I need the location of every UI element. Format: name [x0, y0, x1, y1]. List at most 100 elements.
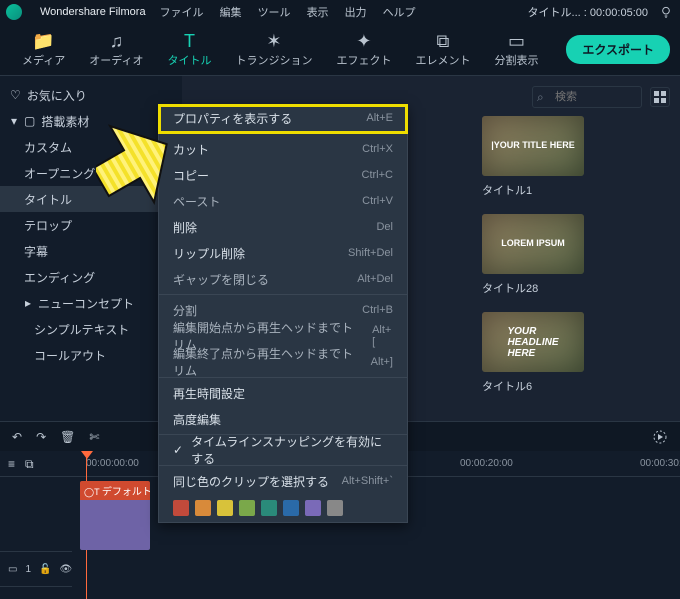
card-caption: タイトル1: [482, 182, 584, 198]
sidebar-item-opening[interactable]: オープニング: [0, 160, 182, 186]
menu-item-label: 編集終了点から再生ヘッドまでトリム: [173, 345, 363, 379]
context-menu-item[interactable]: プロパティを表示するAlt+E: [159, 105, 407, 131]
track-header[interactable]: ▭ 1 🔓 👁: [0, 551, 72, 587]
lightbulb-icon[interactable]: [658, 4, 674, 20]
title-bar: Wondershare Filmora ファイル 編集 ツール 表示 出力 ヘル…: [0, 0, 680, 24]
thumbnail: YOUR HEADLINE HERE: [482, 312, 584, 372]
shortcut-label: Ctrl+V: [362, 195, 393, 207]
context-menu-item: ギャップを閉じる Alt+Del: [159, 266, 407, 292]
thumbnail: LOREM IPSUM: [482, 214, 584, 274]
menu-item-label: リップル削除: [173, 245, 245, 262]
menu-item-label: ペースト: [173, 193, 220, 210]
context-menu-item: ペースト Ctrl+V: [159, 188, 407, 214]
menu-item-label: コピー: [173, 167, 209, 184]
tab-transition[interactable]: ✶トランジション: [223, 28, 324, 72]
visibility-icon[interactable]: 👁: [59, 564, 72, 575]
lock-icon[interactable]: 🔓: [39, 564, 51, 575]
color-swatch[interactable]: [327, 500, 343, 516]
menu-edit[interactable]: 編集: [220, 4, 242, 20]
menu-bar: ファイル 編集 ツール 表示 出力 ヘルプ: [160, 4, 416, 20]
color-swatch[interactable]: [261, 500, 277, 516]
menu-item-label: 削除: [173, 219, 197, 236]
title-card[interactable]: LOREM IPSUM タイトル28: [482, 214, 584, 296]
context-menu-item[interactable]: 再生時間設定: [159, 380, 407, 406]
timeline-clip[interactable]: ◯T デフォルトタ: [80, 481, 150, 547]
shortcut-label: Del: [376, 221, 393, 233]
menu-item-label: ギャップを閉じる: [173, 271, 269, 288]
sidebar-item-simpletext[interactable]: シンプルテキスト: [0, 316, 182, 342]
search-input[interactable]: [532, 86, 642, 108]
tab-audio[interactable]: ♫オーディオ: [77, 28, 155, 72]
shortcut-label: Alt+E: [366, 112, 393, 124]
tab-effect[interactable]: ✦エフェクト: [324, 28, 403, 72]
primary-tabs: 📁メディア ♫オーディオ Tタイトル ✶トランジション ✦エフェクト ⧉エレメン…: [0, 24, 680, 76]
title-card[interactable]: |YOUR TITLE HERE タイトル1: [482, 116, 584, 198]
link-icon[interactable]: ⧉: [25, 457, 34, 472]
menu-file[interactable]: ファイル: [160, 4, 204, 20]
effect-icon: ✦: [356, 32, 371, 50]
render-icon[interactable]: [652, 429, 668, 445]
folder-icon: 📁: [32, 32, 54, 50]
document-title: タイトル... : 00:00:05:00: [528, 4, 648, 20]
sidebar-newconcept[interactable]: ▸ニューコンセプト(9: [0, 290, 182, 316]
timeline-settings-icon[interactable]: ≡: [8, 457, 15, 471]
title-icon: T: [184, 32, 195, 50]
color-swatch[interactable]: [283, 500, 299, 516]
split-icon: ▭: [508, 32, 525, 50]
tab-media[interactable]: 📁メディア: [10, 28, 77, 72]
redo-icon[interactable]: ↷: [36, 430, 46, 444]
clip-body: [80, 500, 150, 550]
color-swatch[interactable]: [217, 500, 233, 516]
context-menu-item[interactable]: ✓タイムラインスナッピングを有効にする: [159, 437, 407, 463]
menu-item-label: 高度編集: [173, 411, 221, 428]
context-menu-item: 編集終了点から再生ヘッドまでトリムAlt+]: [159, 349, 407, 375]
sidebar-item-callout[interactable]: コールアウト: [0, 342, 182, 368]
color-swatch[interactable]: [239, 500, 255, 516]
sidebar-item-custom[interactable]: カスタム: [0, 134, 182, 160]
context-menu-item[interactable]: 高度編集: [159, 406, 407, 432]
context-menu-item[interactable]: カットCtrl+X: [159, 136, 407, 162]
tab-element[interactable]: ⧉エレメント: [403, 28, 482, 72]
menu-help[interactable]: ヘルプ: [383, 4, 416, 20]
thumbnail: |YOUR TITLE HERE: [482, 116, 584, 176]
tab-split[interactable]: ▭分割表示: [482, 28, 550, 72]
sidebar-item-telop[interactable]: テロップ: [0, 212, 182, 238]
check-icon: ✓: [173, 443, 183, 457]
export-button[interactable]: エクスポート: [566, 35, 670, 64]
delete-icon[interactable]: 🗑: [60, 430, 75, 444]
color-swatch[interactable]: [305, 500, 321, 516]
shortcut-label: Alt+Shift+`: [342, 475, 393, 487]
context-menu-item[interactable]: 同じ色のクリップを選択する Alt+Shift+`: [159, 468, 407, 494]
context-menu-item[interactable]: リップル削除 Shift+Del: [159, 240, 407, 266]
menu-separator: [159, 133, 407, 134]
grid-view-icon[interactable]: [650, 87, 670, 107]
menu-separator: [159, 294, 407, 295]
title-card[interactable]: YOUR HEADLINE HERE タイトル6: [482, 312, 584, 394]
menu-item-label: 分割: [173, 302, 197, 319]
heart-icon: ♡: [10, 88, 21, 102]
menu-output[interactable]: 出力: [345, 4, 367, 20]
cut-icon[interactable]: ✄: [89, 430, 99, 444]
undo-icon[interactable]: ↶: [12, 430, 22, 444]
sidebar-item-ending[interactable]: エンディング: [0, 264, 182, 290]
color-swatch[interactable]: [195, 500, 211, 516]
menu-tool[interactable]: ツール: [258, 4, 291, 20]
clip-label: ◯T デフォルトタ: [80, 481, 150, 500]
sidebar-item-title[interactable]: タイトル: [0, 186, 182, 212]
sidebar-favorites[interactable]: ♡お気に入り: [0, 82, 182, 108]
context-menu-item[interactable]: コピーCtrl+C: [159, 162, 407, 188]
shortcut-label: Alt+Del: [357, 273, 393, 285]
menu-item-label: 同じ色のクリップを選択する: [173, 473, 329, 490]
context-menu-item[interactable]: 削除 Del: [159, 214, 407, 240]
shortcut-label: Shift+Del: [348, 247, 393, 259]
menu-view[interactable]: 表示: [307, 4, 329, 20]
sidebar: ♡お気に入り ▾▢搭載素材(2 カスタム オープニング タイトル テロップ 字幕…: [0, 76, 182, 421]
sidebar-item-subtitle[interactable]: 字幕: [0, 238, 182, 264]
color-swatch[interactable]: [173, 500, 189, 516]
sidebar-builtin[interactable]: ▾▢搭載素材(2: [0, 108, 182, 134]
app-logo-icon: [6, 4, 22, 20]
shortcut-label: Alt+]: [371, 356, 393, 368]
chevron-down-icon: ▾: [10, 114, 18, 128]
title-cards: |YOUR TITLE HERE タイトル1 LOREM IPSUM タイトル2…: [482, 116, 584, 394]
tab-title[interactable]: Tタイトル: [155, 28, 223, 72]
